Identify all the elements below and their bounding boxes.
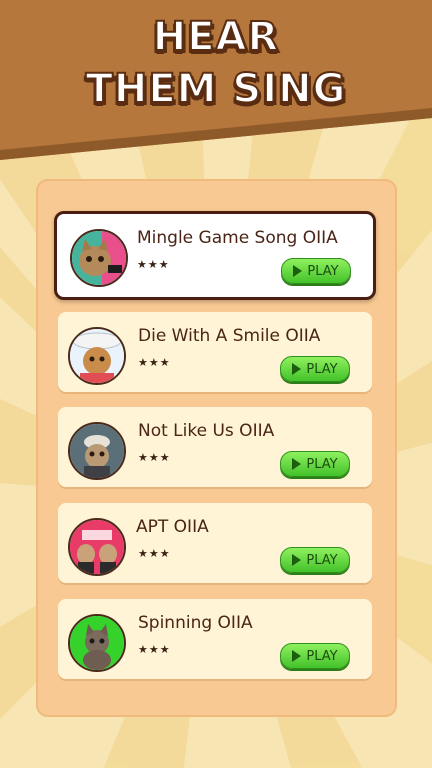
- play-label: PLAY: [306, 456, 338, 472]
- song-title: Die With A Smile OIIA: [138, 326, 321, 346]
- rating-stars: ★★★: [138, 356, 171, 369]
- play-icon: [292, 554, 302, 566]
- cat-avatar-icon: [70, 616, 124, 670]
- song-thumbnail: [68, 614, 126, 672]
- song-card-spinning[interactable]: Spinning OIIA ★★★ PLAY: [58, 599, 372, 679]
- rating-stars: ★★★: [138, 643, 171, 656]
- headline-line-1: HEAR: [152, 13, 280, 61]
- song-thumbnail: [70, 229, 128, 287]
- play-button[interactable]: PLAY: [280, 356, 350, 382]
- play-icon: [292, 650, 302, 662]
- play-icon: [293, 265, 303, 277]
- song-title: Mingle Game Song OIIA: [137, 228, 338, 248]
- song-card-die-with-a-smile[interactable]: Die With A Smile OIIA ★★★ PLAY: [58, 312, 372, 392]
- song-card-mingle[interactable]: Mingle Game Song OIIA ★★★ PLAY: [54, 211, 376, 300]
- play-icon: [292, 458, 302, 470]
- cat-avatar-icon: [70, 520, 124, 574]
- play-label: PLAY: [306, 552, 338, 568]
- headline-line-2: THEM SING: [85, 65, 347, 113]
- song-title: Spinning OIIA: [138, 613, 253, 633]
- play-icon: [292, 363, 302, 375]
- rating-stars: ★★★: [137, 258, 170, 271]
- play-label: PLAY: [306, 361, 338, 377]
- song-thumbnail: [68, 422, 126, 480]
- screen: HEAR THEM SING Mingle Game Song OIIA ★★★…: [0, 0, 432, 768]
- rating-stars: ★★★: [138, 451, 171, 464]
- play-button[interactable]: PLAY: [281, 258, 351, 284]
- play-button[interactable]: PLAY: [280, 643, 350, 669]
- play-button[interactable]: PLAY: [280, 547, 350, 573]
- rating-stars: ★★★: [138, 547, 171, 560]
- cat-avatar-icon: [72, 231, 126, 285]
- song-title: Not Like Us OIIA: [138, 421, 275, 441]
- song-card-apt[interactable]: APT OIIA ★★★ PLAY: [58, 503, 372, 583]
- play-button[interactable]: PLAY: [280, 451, 350, 477]
- song-thumbnail: [68, 518, 126, 576]
- song-title: APT OIIA: [136, 517, 209, 537]
- song-thumbnail: [68, 327, 126, 385]
- cat-avatar-icon: [70, 329, 124, 383]
- play-label: PLAY: [307, 263, 339, 279]
- play-label: PLAY: [306, 648, 338, 664]
- cat-avatar-icon: [70, 424, 124, 478]
- song-card-not-like-us[interactable]: Not Like Us OIIA ★★★ PLAY: [58, 407, 372, 487]
